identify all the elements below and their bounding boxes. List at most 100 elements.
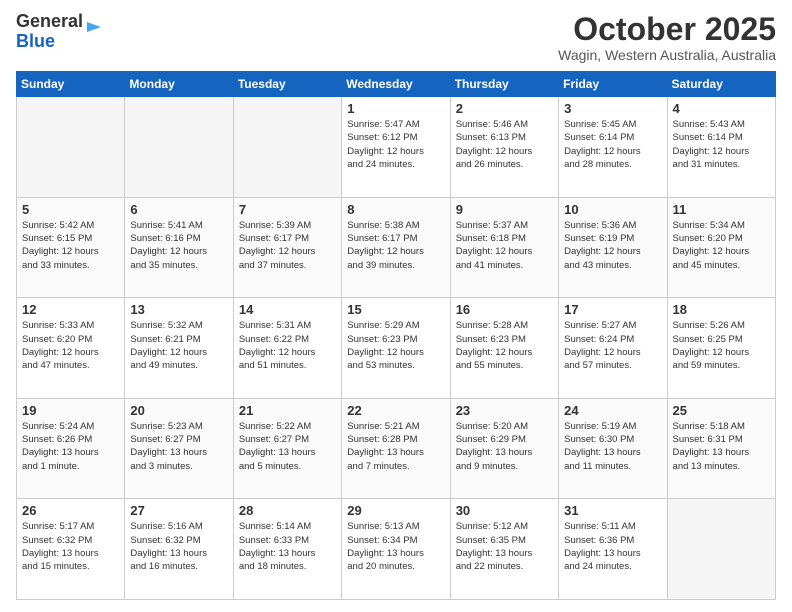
day-info: Sunrise: 5:17 AM Sunset: 6:32 PM Dayligh… xyxy=(22,520,119,573)
day-info: Sunrise: 5:19 AM Sunset: 6:30 PM Dayligh… xyxy=(564,420,661,473)
calendar-cell: 23 Sunrise: 5:20 AM Sunset: 6:29 PM Dayli… xyxy=(450,398,558,499)
day-info: Sunrise: 5:13 AM Sunset: 6:34 PM Dayligh… xyxy=(347,520,444,573)
calendar-cell: 14Sunrise: 5:31 AM Sunset: 6:22 PM Dayli… xyxy=(233,298,341,399)
day-number: 18 xyxy=(673,302,770,317)
calendar-cell: 6 Sunrise: 5:41 AM Sunset: 6:16 PM Daylig… xyxy=(125,197,233,298)
day-info: Sunrise: 5:32 AM Sunset: 6:21 PM Dayligh… xyxy=(130,319,227,372)
day-header-friday: Friday xyxy=(559,72,667,97)
calendar-cell: 22 Sunrise: 5:21 AM Sunset: 6:28 PM Dayli… xyxy=(342,398,450,499)
calendar-cell: 10 Sunrise: 5:36 AM Sunset: 6:19 PM Dayli… xyxy=(559,197,667,298)
calendar-cell: 17Sunrise: 5:27 AM Sunset: 6:24 PM Dayli… xyxy=(559,298,667,399)
day-number: 15 xyxy=(347,302,444,317)
day-info: Sunrise: 5:23 AM Sunset: 6:27 PM Dayligh… xyxy=(130,420,227,473)
day-number: 11 xyxy=(673,202,770,217)
day-info: Sunrise: 5:41 AM Sunset: 6:16 PM Dayligh… xyxy=(130,219,227,272)
calendar-cell: 19 Sunrise: 5:24 AM Sunset: 6:26 PM Dayli… xyxy=(17,398,125,499)
calendar-cell: 26 Sunrise: 5:17 AM Sunset: 6:32 PM Dayli… xyxy=(17,499,125,600)
calendar-cell: 5 Sunrise: 5:42 AM Sunset: 6:15 PM Daylig… xyxy=(17,197,125,298)
day-number: 3 xyxy=(564,101,661,116)
calendar-cell: 29Sunrise: 5:13 AM Sunset: 6:34 PM Dayli… xyxy=(342,499,450,600)
calendar-cell: 3 Sunrise: 5:45 AM Sunset: 6:14 PM Daylig… xyxy=(559,97,667,198)
logo-text: General Blue xyxy=(16,12,83,52)
calendar-cell: 24 Sunrise: 5:19 AM Sunset: 6:30 PM Dayli… xyxy=(559,398,667,499)
day-header-thursday: Thursday xyxy=(450,72,558,97)
calendar-cell: 12 Sunrise: 5:33 AM Sunset: 6:20 PM Dayli… xyxy=(17,298,125,399)
day-info: Sunrise: 5:46 AM Sunset: 6:13 PM Dayligh… xyxy=(456,118,553,171)
calendar-table: SundayMondayTuesdayWednesdayThursdayFrid… xyxy=(16,71,776,600)
calendar-cell: 2 Sunrise: 5:46 AM Sunset: 6:13 PM Daylig… xyxy=(450,97,558,198)
day-number: 1 xyxy=(347,101,444,116)
day-info: Sunrise: 5:47 AM Sunset: 6:12 PM Dayligh… xyxy=(347,118,444,171)
day-info: Sunrise: 5:45 AM Sunset: 6:14 PM Dayligh… xyxy=(564,118,661,171)
day-number: 5 xyxy=(22,202,119,217)
calendar-cell: 31 Sunrise: 5:11 AM Sunset: 6:36 PM Dayli… xyxy=(559,499,667,600)
header: General Blue October 2025 Wagin, Western… xyxy=(16,12,776,63)
day-number: 13 xyxy=(130,302,227,317)
day-header-monday: Monday xyxy=(125,72,233,97)
day-number: 12 xyxy=(22,302,119,317)
calendar-cell: 28 Sunrise: 5:14 AM Sunset: 6:33 PM Dayli… xyxy=(233,499,341,600)
logo-arrow-icon xyxy=(85,18,103,41)
day-number: 6 xyxy=(130,202,227,217)
calendar-cell: 7 Sunrise: 5:39 AM Sunset: 6:17 PM Daylig… xyxy=(233,197,341,298)
day-info: Sunrise: 5:14 AM Sunset: 6:33 PM Dayligh… xyxy=(239,520,336,573)
day-header-wednesday: Wednesday xyxy=(342,72,450,97)
day-info: Sunrise: 5:33 AM Sunset: 6:20 PM Dayligh… xyxy=(22,319,119,372)
day-info: Sunrise: 5:36 AM Sunset: 6:19 PM Dayligh… xyxy=(564,219,661,272)
day-info: Sunrise: 5:37 AM Sunset: 6:18 PM Dayligh… xyxy=(456,219,553,272)
day-info: Sunrise: 5:20 AM Sunset: 6:29 PM Dayligh… xyxy=(456,420,553,473)
calendar-cell: 1 Sunrise: 5:47 AM Sunset: 6:12 PM Daylig… xyxy=(342,97,450,198)
day-number: 2 xyxy=(456,101,553,116)
day-info: Sunrise: 5:21 AM Sunset: 6:28 PM Dayligh… xyxy=(347,420,444,473)
day-number: 8 xyxy=(347,202,444,217)
day-number: 31 xyxy=(564,503,661,518)
day-info: Sunrise: 5:29 AM Sunset: 6:23 PM Dayligh… xyxy=(347,319,444,372)
calendar-cell xyxy=(233,97,341,198)
day-info: Sunrise: 5:18 AM Sunset: 6:31 PM Dayligh… xyxy=(673,420,770,473)
day-info: Sunrise: 5:31 AM Sunset: 6:22 PM Dayligh… xyxy=(239,319,336,372)
day-number: 28 xyxy=(239,503,336,518)
day-info: Sunrise: 5:11 AM Sunset: 6:36 PM Dayligh… xyxy=(564,520,661,573)
day-number: 20 xyxy=(130,403,227,418)
day-number: 22 xyxy=(347,403,444,418)
day-number: 10 xyxy=(564,202,661,217)
day-info: Sunrise: 5:16 AM Sunset: 6:32 PM Dayligh… xyxy=(130,520,227,573)
day-info: Sunrise: 5:22 AM Sunset: 6:27 PM Dayligh… xyxy=(239,420,336,473)
calendar-cell: 27 Sunrise: 5:16 AM Sunset: 6:32 PM Dayli… xyxy=(125,499,233,600)
day-number: 26 xyxy=(22,503,119,518)
calendar-cell xyxy=(17,97,125,198)
title-block: October 2025 Wagin, Western Australia, A… xyxy=(558,12,776,63)
day-number: 19 xyxy=(22,403,119,418)
day-number: 24 xyxy=(564,403,661,418)
calendar-cell: 15 Sunrise: 5:29 AM Sunset: 6:23 PM Dayli… xyxy=(342,298,450,399)
day-info: Sunrise: 5:39 AM Sunset: 6:17 PM Dayligh… xyxy=(239,219,336,272)
calendar-page: General Blue October 2025 Wagin, Western… xyxy=(0,0,792,612)
day-info: Sunrise: 5:42 AM Sunset: 6:15 PM Dayligh… xyxy=(22,219,119,272)
day-number: 27 xyxy=(130,503,227,518)
calendar-cell: 13 Sunrise: 5:32 AM Sunset: 6:21 PM Dayli… xyxy=(125,298,233,399)
calendar-cell: 16Sunrise: 5:28 AM Sunset: 6:23 PM Dayli… xyxy=(450,298,558,399)
calendar-cell: 18Sunrise: 5:26 AM Sunset: 6:25 PM Dayli… xyxy=(667,298,775,399)
day-number: 21 xyxy=(239,403,336,418)
calendar-cell: 20 Sunrise: 5:23 AM Sunset: 6:27 PM Dayli… xyxy=(125,398,233,499)
day-number: 9 xyxy=(456,202,553,217)
calendar-cell: 8 Sunrise: 5:38 AM Sunset: 6:17 PM Daylig… xyxy=(342,197,450,298)
day-number: 7 xyxy=(239,202,336,217)
calendar-cell: 9 Sunrise: 5:37 AM Sunset: 6:18 PM Daylig… xyxy=(450,197,558,298)
day-header-tuesday: Tuesday xyxy=(233,72,341,97)
day-info: Sunrise: 5:27 AM Sunset: 6:24 PM Dayligh… xyxy=(564,319,661,372)
day-header-saturday: Saturday xyxy=(667,72,775,97)
day-info: Sunrise: 5:34 AM Sunset: 6:20 PM Dayligh… xyxy=(673,219,770,272)
day-info: Sunrise: 5:24 AM Sunset: 6:26 PM Dayligh… xyxy=(22,420,119,473)
day-number: 23 xyxy=(456,403,553,418)
day-info: Sunrise: 5:43 AM Sunset: 6:14 PM Dayligh… xyxy=(673,118,770,171)
calendar-cell: 4Sunrise: 5:43 AM Sunset: 6:14 PM Daylig… xyxy=(667,97,775,198)
calendar-cell: 11 Sunrise: 5:34 AM Sunset: 6:20 PM Dayli… xyxy=(667,197,775,298)
day-info: Sunrise: 5:38 AM Sunset: 6:17 PM Dayligh… xyxy=(347,219,444,272)
calendar-cell: 25Sunrise: 5:18 AM Sunset: 6:31 PM Dayli… xyxy=(667,398,775,499)
calendar-cell: 30Sunrise: 5:12 AM Sunset: 6:35 PM Dayli… xyxy=(450,499,558,600)
calendar-cell xyxy=(667,499,775,600)
day-number: 16 xyxy=(456,302,553,317)
calendar-cell xyxy=(125,97,233,198)
location: Wagin, Western Australia, Australia xyxy=(558,47,776,63)
